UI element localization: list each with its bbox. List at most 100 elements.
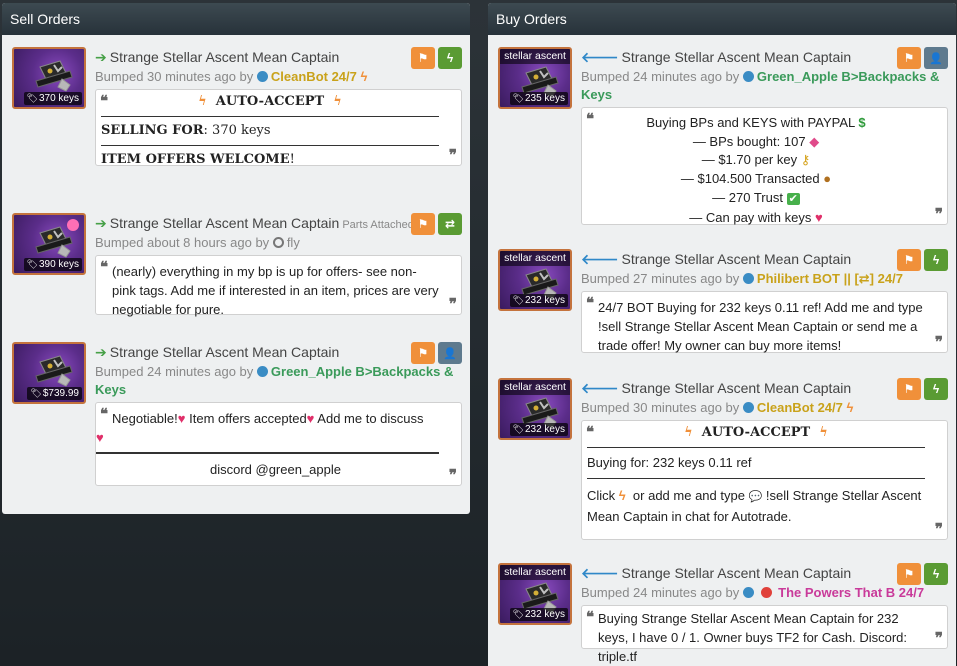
listing-comment: ❝ (nearly) everything in my bp is up for… [95, 255, 462, 317]
bolt-icon: ϟ [333, 94, 342, 109]
price-text: 232 keys [524, 295, 565, 306]
instant-trade-button[interactable]: ϟ [924, 249, 948, 271]
listing-title[interactable]: 🡐 Strange Stellar Ascent Mean Captain [581, 249, 948, 269]
report-flag-button[interactable]: ⚑ [411, 47, 435, 69]
trade-offer-button[interactable]: ⇄ [438, 213, 462, 235]
item-image[interactable]: 🏷$739.99 [12, 342, 86, 404]
username-link[interactable]: CleanBot 24/7 [757, 400, 843, 415]
sell-orders-header: Sell Orders [2, 3, 470, 35]
dollar-icon: $ [858, 115, 866, 130]
tag-icon: 🏷 [512, 93, 524, 103]
quote-open-icon: ❝ [586, 294, 595, 312]
quote-close-icon: ❞ [934, 333, 943, 351]
bolt-icon: ϟ [819, 425, 828, 440]
bolt-icon: ϟ [446, 51, 454, 65]
listing-title-text: Strange Stellar Ascent Mean Captain [621, 565, 852, 581]
listing-title-text: Strange Stellar Ascent Mean Captain [621, 251, 852, 267]
listing-title[interactable]: 🡐 Strange Stellar Ascent Mean Captain [581, 378, 948, 398]
swap-icon: ⇄ [444, 217, 456, 231]
comment-text: 24/7 BOT Buying for 232 keys 0.11 ref! A… [598, 300, 923, 353]
price-badge: 🏷232 keys [509, 423, 568, 436]
quote-close-icon: ❞ [934, 205, 943, 224]
price-text: 390 keys [38, 259, 79, 270]
quote-open-icon: ❝ [586, 423, 595, 441]
online-status-icon [742, 273, 754, 284]
item-image[interactable]: stellar ascent 🏷235 keys [498, 47, 572, 109]
quote-close-icon: ❞ [448, 146, 457, 164]
report-flag-button[interactable]: ⚑ [411, 213, 435, 235]
bolt-icon[interactable]: ϟ [619, 488, 626, 503]
item-image[interactable]: 🏷390 keys [12, 213, 86, 275]
listing-title-text: Strange Stellar Ascent Mean Captain [109, 344, 340, 360]
report-flag-button[interactable]: ⚑ [897, 249, 921, 271]
quote-close-icon: ❞ [934, 520, 943, 538]
instant-trade-button[interactable]: ϟ [924, 378, 948, 400]
comment-text: Negotiable! [112, 411, 178, 426]
item-image[interactable]: stellar ascent 🏷232 keys [498, 378, 572, 440]
username-link[interactable]: The Powers That B 24/7 [778, 585, 924, 600]
check-icon: ✔ [786, 192, 800, 205]
quote-open-icon: ❝ [586, 608, 595, 626]
bumped-text: Bumped 30 minutes ago by [95, 69, 254, 84]
item-effect-label: stellar ascent [500, 565, 570, 580]
report-flag-button[interactable]: ⚑ [897, 378, 921, 400]
comment-line: — BPs bought: 107 ◆ [587, 133, 925, 152]
comment-line: — Can pay with keys ♥ [587, 209, 925, 228]
comment-text: or add me and type [632, 488, 745, 503]
username-link[interactable]: Philibert BOT || [⇄] 24/7 [757, 271, 903, 286]
instant-trade-button[interactable]: ϟ [924, 563, 948, 585]
parts-attached-label: Parts Attached [342, 219, 414, 231]
arrow-left-icon: 🡐 [581, 380, 619, 396]
add-friend-button[interactable]: 👤 [438, 342, 462, 364]
comment-text: ! [289, 152, 295, 167]
price-text: 370 keys [38, 93, 79, 104]
listing-title[interactable]: ➔ Strange Stellar Ascent Mean Captain Part… [95, 213, 462, 233]
arrow-right-icon: ➔ [95, 344, 107, 360]
username-link[interactable]: fly [287, 235, 300, 250]
quote-close-icon: ❞ [448, 466, 457, 484]
comment-text: Buying BPs and KEYS with PAYPAL [646, 115, 855, 130]
price-badge: 🏷232 keys [509, 294, 568, 307]
price-badge: 🏷390 keys [23, 258, 82, 271]
online-status-icon [742, 71, 754, 82]
listing-title[interactable]: 🡐 Strange Stellar Ascent Mean Captain [581, 563, 948, 583]
comment-bold: SELLING FOR [101, 123, 204, 138]
report-flag-button[interactable]: ⚑ [411, 342, 435, 364]
speech-bubble-icon: 💬 [748, 491, 763, 503]
comment-text: — 270 Trust [712, 189, 783, 205]
comment-heading-text: AUTO-ACCEPT [215, 94, 325, 109]
quote-open-icon: ❝ [100, 92, 109, 110]
price-text: 235 keys [524, 93, 565, 104]
offline-status-icon [272, 237, 284, 248]
instant-trade-button[interactable]: ϟ [438, 47, 462, 69]
item-image[interactable]: stellar ascent 🏷232 keys [498, 563, 572, 625]
item-effect-label: stellar ascent [500, 49, 570, 64]
bolt-icon: ϟ [360, 69, 368, 84]
add-friend-button[interactable]: 👤 [924, 47, 948, 69]
red-circle-icon [760, 587, 772, 598]
item-image[interactable]: stellar ascent 🏷232 keys [498, 249, 572, 311]
paint-dot-icon [67, 219, 79, 231]
item-image[interactable]: 🏷370 keys [12, 47, 86, 109]
item-effect-label: stellar ascent [500, 251, 570, 266]
listing-title[interactable]: 🡐 Strange Stellar Ascent Mean Captain [581, 47, 948, 67]
comment-line: SELLING FOR: 370 keys [101, 123, 439, 139]
report-flag-button[interactable]: ⚑ [897, 563, 921, 585]
arrow-right-icon: ➔ [95, 215, 107, 231]
listing-title[interactable]: ➔ Strange Stellar Ascent Mean Captain [95, 342, 462, 362]
tag-icon: 🏷 [26, 259, 38, 269]
bumped-text: Bumped 24 minutes ago by [95, 364, 254, 379]
comment-text: Buying Strange Stellar Ascent Mean Capta… [598, 611, 907, 664]
comment-heading: ϟ AUTO-ACCEPT ϟ [101, 94, 439, 110]
username-link[interactable]: CleanBot 24/7 [271, 69, 357, 84]
report-flag-button[interactable]: ⚑ [897, 47, 921, 69]
buy-orders-header: Buy Orders [488, 3, 956, 35]
bolt-icon: ϟ [932, 382, 940, 396]
bumped-text: Bumped 30 minutes ago by [581, 400, 740, 415]
quote-open-icon: ❝ [100, 258, 109, 276]
flag-icon: ⚑ [417, 51, 429, 65]
bumped-line: Bumped 27 minutes ago by Philibert BOT |… [581, 270, 948, 288]
listing-comment: ❝ 24/7 BOT Buying for 232 keys 0.11 ref!… [581, 291, 948, 353]
bolt-icon: ϟ [932, 253, 940, 267]
listing-title[interactable]: ➔ Strange Stellar Ascent Mean Captain [95, 47, 462, 67]
